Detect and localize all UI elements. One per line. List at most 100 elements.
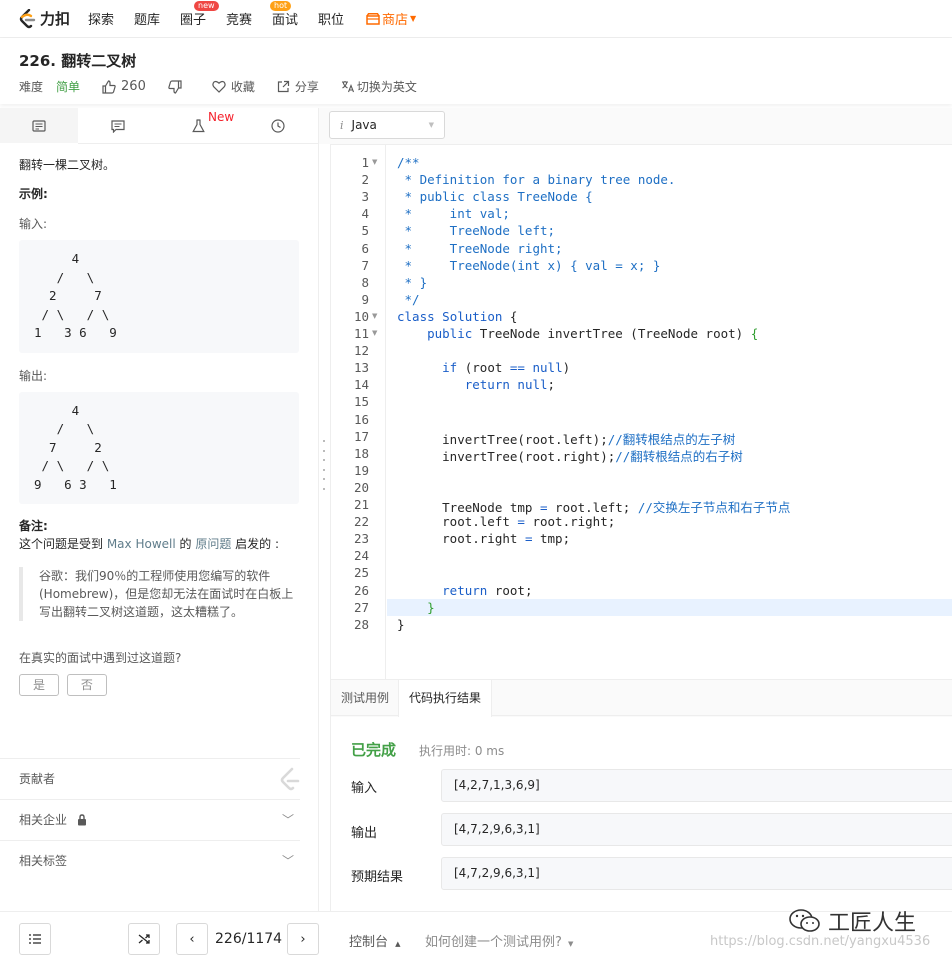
code-line[interactable]: /** [397,155,952,170]
note-prefix: 这个问题是受到 [19,537,107,551]
logo[interactable]: 力扣 [18,8,70,29]
code-line[interactable]: class Solution { [397,309,952,324]
code-line[interactable]: return null; [397,377,952,392]
howto-testcase-link[interactable]: 如何创建一个测试用例? ▼ [425,931,573,950]
watermark-url: https://blog.csdn.net/yangxu4536 [710,934,931,949]
random-problem-button[interactable] [128,923,160,955]
nav-jobs[interactable]: 职位 [318,9,344,28]
like-button[interactable]: 260 [102,79,146,94]
switch-language-label: 切换为英文 [356,80,417,94]
line-number: 10 [353,308,369,324]
nav-circle[interactable]: 圈子 new [180,1,219,28]
next-problem-button[interactable]: › [287,923,319,955]
lock-icon [78,813,87,825]
line-number: 27 [353,599,369,615]
line-number: 4 [361,206,369,222]
nav-shop[interactable]: 商店 ▼ [366,9,416,28]
code-line[interactable]: * TreeNode(int x) { val = x; } [397,258,952,273]
page-title: 226. 翻转二叉树 [19,52,137,70]
leetcode-logo-icon [19,8,36,28]
code-line[interactable]: if (root == null) [397,360,952,375]
no-button[interactable]: 否 [66,674,107,696]
contributors-label: 贡献者 [19,772,56,786]
code-line[interactable]: * Definition for a binary tree node. [397,172,952,187]
nav-label: 面试 [272,13,299,28]
fold-toggle-icon[interactable]: ▼ [372,312,377,320]
contributors-section[interactable]: 贡献者 [0,758,300,798]
watermark: 工匠人生 [788,905,916,937]
line-number: 23 [353,531,369,547]
nav-problems[interactable]: 题库 [134,9,160,28]
comment-icon [111,119,125,133]
code-editor[interactable]: 1 ▼ 2 3 4 5 6 7 8 9 10 ▼ 11 ▼ 12 13 14 15 16 17 18 19 20 21 22 23… [330,144,952,680]
line-number: 11 [353,326,369,341]
intro-text: 翻转一棵二叉树。 [19,158,116,172]
yes-button[interactable]: 是 [19,674,59,696]
companies-section[interactable]: 相关企业 ﹀ [0,799,300,839]
console-toggle[interactable]: 控制台 ▲ [349,931,401,950]
nav-interview[interactable]: 面试 [272,9,298,28]
watermark-text: 工匠人生 [828,911,917,936]
exec-time: 执行用时: 0 ms [419,744,505,758]
editor-toolbar: i Java ▼ [319,108,952,144]
nav-contest[interactable]: 竞赛 hot [226,1,292,28]
shop-label: 商店 [382,13,409,28]
line-gutter: 1 ▼ 2 3 4 5 6 7 8 9 10 ▼ 11 ▼ 12 13 14 15 16 17 18 19 20 21 22 23… [331,145,386,679]
code-line[interactable]: invertTree(root.right);//翻转根结点的右子树 [397,446,952,465]
prev-problem-button[interactable]: ‹ [176,923,208,955]
code-line[interactable]: * TreeNode right; [397,241,952,256]
tab-submissions[interactable] [238,108,318,144]
code-line[interactable]: */ [397,292,952,307]
new-tag: New [208,110,235,124]
panel-resize-handle[interactable] [321,440,326,490]
chevron-left-icon: ‹ [189,931,195,947]
list-icon [29,934,41,944]
code-line[interactable]: root.right = tmp; [397,531,952,546]
code-line[interactable]: * } [397,275,952,290]
fold-toggle-icon[interactable]: ▼ [372,329,377,337]
line-number: 7 [361,257,369,273]
tab-result[interactable]: 代码执行结果 [398,680,493,717]
nav-explore[interactable]: 探索 [88,9,114,28]
tab-description[interactable] [0,108,78,144]
tags-section[interactable]: 相关标签 ﹀ [0,840,300,880]
line-number: 9 [361,291,369,307]
line-number: 20 [353,479,369,495]
code-line[interactable]: root.left = root.right; [397,514,952,529]
switch-language-button[interactable]: 切换为英文 [341,78,417,95]
code-line[interactable]: * int val; [397,206,952,221]
line-number: 22 [353,514,369,530]
difficulty-value: 简单 [56,80,81,94]
favorite-button[interactable]: 收藏 [212,78,255,95]
code-line[interactable]: } [397,617,952,632]
top-nav: 力扣 探索 题库 圈子 new 竞赛 hot 面试 职位 商店 ▼ [0,0,952,38]
code-line[interactable]: public TreeNode invertTree (TreeNode roo… [397,326,952,341]
tab-comments[interactable] [78,108,158,144]
language-select[interactable]: i Java ▼ [329,111,445,139]
console-label: 控制台 [349,935,389,950]
dislike-button[interactable] [168,79,182,94]
problem-list-button[interactable] [19,923,51,955]
line-number: 19 [353,462,369,478]
fold-toggle-icon[interactable]: ▼ [372,158,377,166]
output-value: [4,7,2,9,6,3,1] [441,813,952,846]
output-label: 输出 [351,826,378,841]
code-line[interactable]: * public class TreeNode { [397,189,952,204]
chevron-down-icon: ﹀ [281,854,294,868]
max-howell-link[interactable]: Max Howell [107,537,176,551]
quote-block: 谷歌：我们90％的工程师使用您编写的软件(Homebrew)，但是您却无法在面试… [19,567,299,621]
howto-label: 如何创建一个测试用例? [425,935,562,950]
tab-testcase[interactable]: 测试用例 [331,680,399,716]
difficulty: 难度 简单 [19,78,80,95]
heart-icon [212,80,226,93]
caret-up-icon: ▲ [395,940,401,948]
code-line[interactable]: return root; [397,583,952,598]
code-line[interactable]: * TreeNode left; [397,223,952,238]
input-label: 输入 [351,781,378,796]
share-button[interactable]: 分享 [277,78,319,95]
tab-solutions[interactable]: New [158,108,238,144]
original-question-link[interactable]: 原问题 [195,537,231,551]
code-line[interactable]: } [397,600,952,615]
nav-label: 探索 [88,13,115,28]
like-count: 260 [121,79,146,94]
